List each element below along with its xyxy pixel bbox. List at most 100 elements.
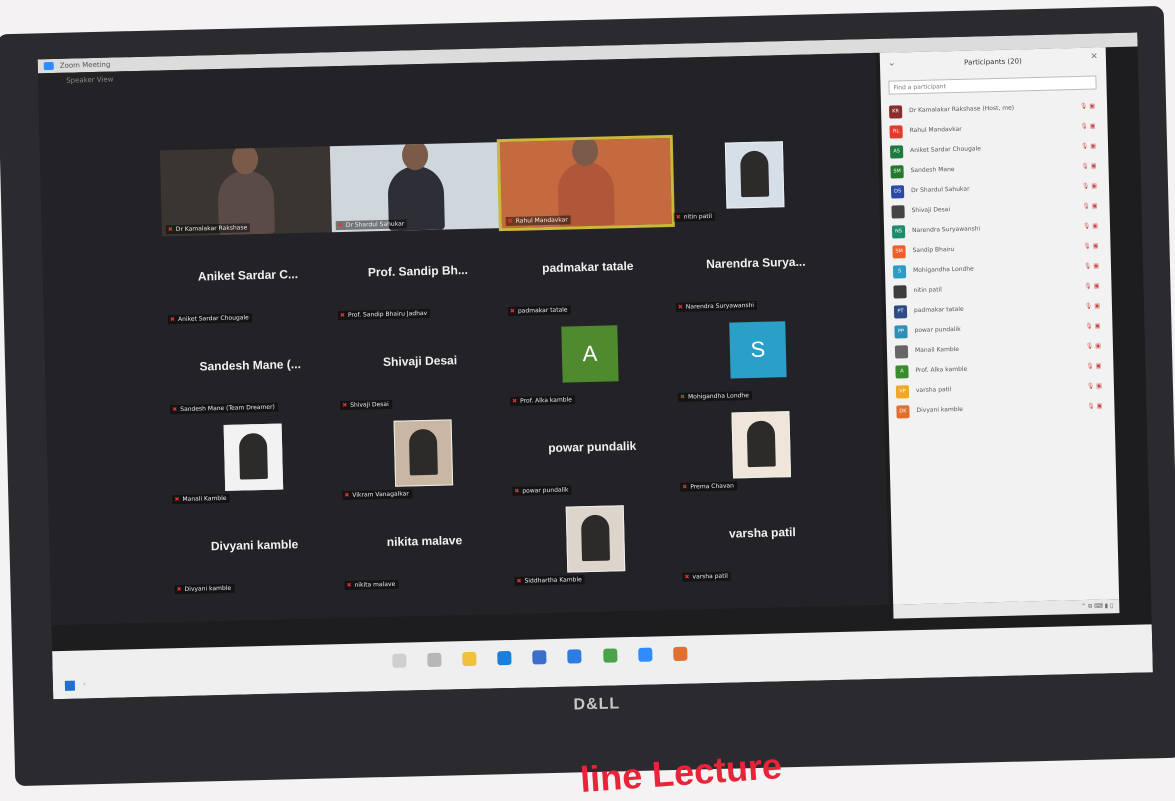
muted-mic-icon: ✖	[507, 217, 513, 225]
participant-avatar: SM	[892, 245, 906, 259]
muted-mic-icon: ✖	[509, 307, 516, 315]
participant-tile[interactable]: ✖ Rahul Mandavkar	[496, 134, 675, 232]
participant-tile[interactable]: ✖ Prema Chavan	[674, 404, 846, 494]
participant-name-label: ✖ padmakar tatale	[507, 305, 571, 316]
participant-row-name: Sandip Bhairu	[912, 246, 955, 255]
participant-name-label: ✖ Dr Shardul Sahukar	[335, 219, 408, 231]
task-view-icon[interactable]	[427, 652, 442, 668]
store-icon[interactable]	[567, 649, 582, 664]
taskbar-search-icon[interactable]: ⌕	[83, 680, 87, 688]
profile-photo	[731, 411, 792, 479]
participant-avatar: AS	[889, 145, 904, 159]
participant-tile[interactable]: Sandesh Mane (... ✖ Sandesh Mane (Team Dre…	[164, 326, 336, 416]
chrome-icon[interactable]	[602, 648, 618, 663]
muted-mic-icon: ✖	[677, 303, 683, 311]
participant-name: Mohigandha Londhe	[688, 392, 749, 401]
participant-tile[interactable]: ✖ Vikram Vanagalkar	[336, 412, 508, 502]
participant-tile[interactable]: nikita malave ✖ nikita malave	[339, 502, 511, 592]
participant-tile[interactable]: Shivaji Desai ✖ Shivaji Desai	[334, 322, 506, 412]
participant-tile[interactable]: S ✖ Mohigandha Londhe	[672, 314, 844, 404]
participant-name: nitin patil	[683, 212, 713, 221]
app-icon[interactable]	[672, 646, 688, 662]
video-feed	[496, 134, 675, 232]
muted-mic-icon: ✖	[172, 406, 178, 414]
participant-search-input[interactable]: Find a participant	[888, 75, 1097, 95]
participant-status-icons: 🎙 ▣	[1086, 362, 1102, 370]
muted-mic-icon: ✖	[516, 577, 522, 585]
participant-tile[interactable]: varsha patil ✖ varsha patil	[677, 494, 849, 584]
participant-avatar: RL	[889, 125, 903, 139]
mail-icon[interactable]	[532, 650, 547, 665]
participant-name-label: ✖ Prof. Sandip Bhairu Jadhav	[337, 308, 431, 321]
participant-name-label: ✖ varsha patil	[682, 571, 731, 582]
participant-name: Vikram Vanagalkar	[352, 490, 409, 499]
muted-mic-icon: ✖	[346, 581, 352, 589]
participant-avatar	[891, 205, 905, 219]
participant-name: powar pundalik	[522, 486, 569, 495]
participant-status-icons: 🎙 ▣	[1081, 182, 1098, 190]
participant-name: Divyani kamble	[184, 584, 232, 593]
participant-avatar: PT	[893, 305, 908, 319]
participant-name: nikita malave	[354, 580, 396, 589]
participant-display-name: padmakar tatale	[541, 258, 634, 276]
screen: Zoom Meeting Speaker View ✖ Dr Kamalakar …	[37, 32, 1153, 700]
participant-tile[interactable]: ✖ nitin patil	[668, 134, 840, 224]
participant-tile[interactable]: A ✖ Prof. Alka kamble	[504, 318, 676, 408]
participant-name: Manali Kamble	[182, 494, 227, 503]
taskbar-apps	[392, 645, 703, 671]
participant-avatar: PP	[894, 325, 908, 339]
photo-figure	[580, 514, 611, 562]
participant-avatar: NS	[891, 225, 906, 239]
participant-name-label: ✖ Divyani kamble	[174, 583, 235, 595]
participant-tile[interactable]: Narendra Surya... ✖ Narendra Suryawanshi	[670, 224, 842, 314]
person-head	[231, 146, 259, 175]
participant-avatar: DS	[890, 185, 905, 199]
muted-mic-icon: ✖	[684, 573, 690, 581]
participant-name: Rahul Mandavkar	[515, 216, 568, 225]
participant-name: Siddhartha Kamble	[524, 576, 582, 585]
participant-name: Aniket Sardar Chougale	[177, 314, 249, 324]
participant-row-name: powar pundalik	[914, 325, 961, 335]
muted-mic-icon: ✖	[174, 496, 180, 504]
participant-name: Prof. Sandip Bhairu Jadhav	[347, 309, 428, 319]
profile-photo	[393, 419, 454, 487]
participant-tile[interactable]: padmakar tatale ✖ padmakar tatale	[502, 228, 674, 318]
participant-avatar	[893, 285, 907, 299]
muted-mic-icon: ✖	[675, 213, 681, 221]
participant-tile[interactable]: Aniket Sardar C... ✖ Aniket Sardar Chougal…	[162, 236, 334, 326]
edge-icon[interactable]	[497, 650, 512, 666]
participant-status-icons: 🎙 ▣	[1084, 282, 1100, 290]
muted-mic-icon: ✖	[337, 221, 343, 230]
participant-name-label: ✖ powar pundalik	[512, 485, 572, 496]
file-explorer-icon[interactable]	[462, 651, 477, 667]
participant-tile[interactable]: ✖ Dr Kamalakar Rakshase	[159, 146, 332, 237]
participant-display-name: Prof. Sandip Bh...	[367, 262, 469, 280]
window-title: Zoom Meeting	[59, 60, 111, 70]
participant-name-label: ✖ Sandesh Mane (Team Dreamer)	[170, 402, 278, 415]
participant-tile[interactable]: ✖ Siddhartha Kamble	[509, 498, 681, 588]
video-feed	[329, 142, 502, 233]
zoom-taskbar-icon[interactable]	[637, 647, 653, 662]
participant-status-icons: 🎙 ▣	[1080, 142, 1097, 150]
muted-mic-icon: ✖	[167, 226, 173, 234]
participant-name: Narendra Suryawanshi	[685, 301, 755, 311]
laptop: Zoom Meeting Speaker View ✖ Dr Kamalakar …	[0, 5, 1175, 787]
participant-name: Prema Chavan	[690, 482, 735, 491]
participant-row-name: Aniket Sardar Chougale	[910, 145, 981, 155]
participant-row[interactable]: DK Divyani kamble 🎙 ▣	[896, 397, 1106, 422]
participant-tile[interactable]: Divyani kamble ✖ Divyani kamble	[169, 506, 341, 596]
close-icon[interactable]: ×	[1090, 51, 1098, 61]
participant-name-label: ✖ nitin patil	[673, 211, 716, 222]
participant-row-name: Prof. Alka kamble	[915, 365, 968, 375]
windows-start-icon[interactable]	[64, 680, 76, 691]
participant-row-name: Mohigandha Londhe	[912, 265, 974, 275]
participant-tile[interactable]: Prof. Sandip Bh... ✖ Prof. Sandip Bhairu J…	[332, 232, 504, 322]
participant-name: Sandesh Mane (Team Dreamer)	[180, 403, 275, 414]
participant-tile[interactable]: ✖ Manali Kamble	[166, 416, 338, 506]
participant-display-name: Aniket Sardar C...	[197, 267, 299, 284]
profile-photo	[565, 505, 626, 573]
participant-tile[interactable]: powar pundalik ✖ powar pundalik	[506, 408, 678, 498]
muted-mic-icon: ✖	[682, 483, 688, 491]
search-icon[interactable]	[392, 653, 407, 668]
participant-tile[interactable]: ✖ Dr Shardul Sahukar	[329, 142, 502, 233]
